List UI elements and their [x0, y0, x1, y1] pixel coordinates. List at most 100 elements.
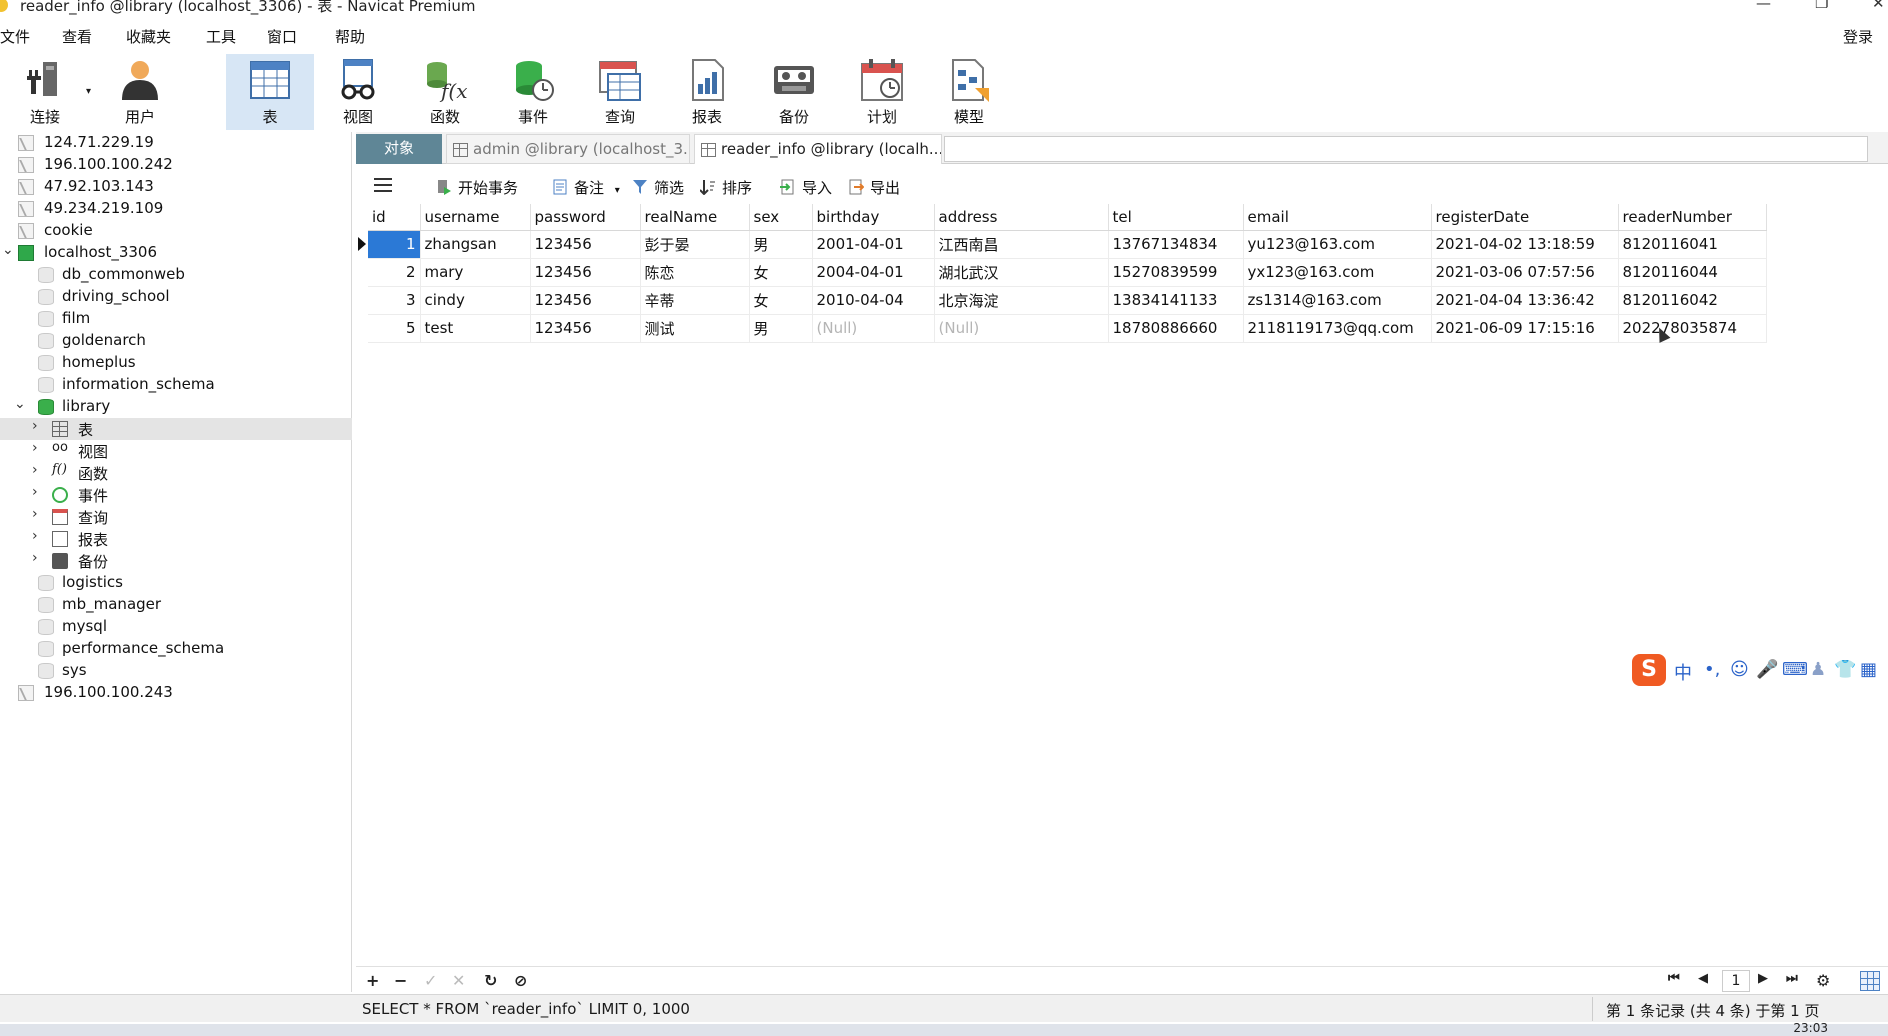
cell-readernumber[interactable]: 8120116041 — [1618, 230, 1767, 259]
cell-registerdate[interactable]: 2021-04-04 13:36:42 — [1431, 286, 1619, 315]
tree-item-database[interactable]: information_schema — [0, 374, 352, 396]
tool-view-button[interactable]: 视图 — [318, 54, 398, 130]
tool-table-button[interactable]: 表 — [226, 54, 314, 130]
tree-item-tables[interactable]: › 表 — [0, 418, 352, 440]
tool-user-button[interactable]: 用户 — [100, 54, 180, 130]
tree-item-backups[interactable]: › 备份 — [0, 550, 352, 572]
tree-item-database[interactable]: goldenarch — [0, 330, 352, 352]
column-header-password[interactable]: password — [530, 204, 641, 231]
begin-transaction-button[interactable]: 开始事务 — [436, 177, 518, 198]
add-record-icon[interactable]: + — [366, 971, 379, 990]
cell-username[interactable]: cindy — [420, 286, 531, 315]
menu-view[interactable]: 查看 — [62, 26, 92, 47]
cell-address[interactable]: 湖北武汉 — [934, 258, 1109, 287]
tree-item-localhost[interactable]: ⌄ localhost_3306 — [0, 242, 352, 264]
import-button[interactable]: 导入 — [780, 177, 832, 198]
ime-mode-toggle[interactable]: 中 — [1674, 659, 1692, 685]
cell-address[interactable]: (Null) — [934, 314, 1109, 343]
cell-readernumber[interactable]: 8120116044 — [1618, 258, 1767, 287]
ime-voice-icon[interactable]: 🎤 — [1756, 659, 1778, 680]
cell-password[interactable]: 123456 — [530, 286, 641, 315]
tool-function-button[interactable]: f(x) 函数 — [405, 54, 485, 130]
cell-readernumber[interactable]: 8120116042 — [1618, 286, 1767, 315]
export-button[interactable]: 导出 — [848, 177, 900, 198]
tree-item-database[interactable]: mysql — [0, 616, 352, 638]
cell-email[interactable]: yx123@163.com — [1243, 258, 1432, 287]
tree-item-connection[interactable]: 196.100.100.242 — [0, 154, 352, 176]
chevron-down-icon[interactable]: ⌄ — [2, 242, 14, 258]
tree-item-connection[interactable]: 49.234.219.109 — [0, 198, 352, 220]
note-button[interactable]: 备注 ▾ — [552, 177, 620, 198]
column-header-readernumber[interactable]: readerNumber — [1618, 204, 1767, 231]
tree-item-reports[interactable]: › 报表 — [0, 528, 352, 550]
filter-button[interactable]: 筛选 — [632, 177, 684, 198]
cell-password[interactable]: 123456 — [530, 258, 641, 287]
tree-item-views[interactable]: › oo 视图 — [0, 440, 352, 462]
cell-tel[interactable]: 15270839599 — [1108, 258, 1244, 287]
note-dropdown-icon[interactable]: ▾ — [615, 185, 620, 196]
cell-id[interactable]: 2 — [368, 258, 421, 287]
tool-event-button[interactable]: 事件 — [493, 54, 573, 130]
cell-password[interactable]: 123456 — [530, 314, 641, 343]
tree-item-database[interactable]: logistics — [0, 572, 352, 594]
tree-item-database-library[interactable]: ⌄ library — [0, 396, 352, 418]
ime-user-icon[interactable]: ♟ — [1810, 659, 1826, 680]
tree-item-database[interactable]: homeplus — [0, 352, 352, 374]
tool-connect-button[interactable]: 连接 — [5, 54, 85, 130]
tree-item-connection[interactable]: 47.92.103.143 — [0, 176, 352, 198]
sort-button[interactable]: 排序 — [699, 177, 752, 198]
tree-item-connection[interactable]: 124.71.229.19 — [0, 132, 352, 154]
column-header-id[interactable]: id — [368, 204, 421, 231]
cell-email[interactable]: zs1314@163.com — [1243, 286, 1432, 315]
chevron-right-icon[interactable]: › — [32, 506, 38, 522]
cell-birthday[interactable]: (Null) — [812, 314, 935, 343]
cell-realname[interactable]: 陈恋 — [640, 258, 750, 287]
ime-toolbox-icon[interactable]: ▦ — [1860, 659, 1877, 680]
cell-id[interactable]: 1 — [368, 230, 421, 259]
cell-birthday[interactable]: 2004-04-01 — [812, 258, 935, 287]
menu-help[interactable]: 帮助 — [335, 26, 365, 47]
tree-item-database[interactable]: film — [0, 308, 352, 330]
tree-item-functions[interactable]: › f() 函数 — [0, 462, 352, 484]
cell-email[interactable]: 2118119173@qq.com — [1243, 314, 1432, 343]
tab-admin[interactable]: admin @library (localhost_3... — [446, 134, 690, 164]
cell-registerdate[interactable]: 2021-03-06 07:57:56 — [1431, 258, 1619, 287]
next-page-icon[interactable]: ▶ — [1758, 971, 1768, 986]
tree-item-connection[interactable]: 196.100.100.243 — [0, 682, 352, 704]
tab-reader-info[interactable]: reader_info @library (localh... — [694, 134, 942, 164]
chevron-right-icon[interactable]: › — [32, 528, 38, 544]
grid-view-toggle-icon[interactable] — [1860, 971, 1880, 991]
menu-favorites[interactable]: 收藏夹 — [126, 26, 171, 47]
maximize-button[interactable]: ❐ — [1815, 0, 1828, 12]
column-header-email[interactable]: email — [1243, 204, 1432, 231]
cell-tel[interactable]: 13834141133 — [1108, 286, 1244, 315]
tree-item-database[interactable]: sys — [0, 660, 352, 682]
column-header-sex[interactable]: sex — [749, 204, 813, 231]
apply-changes-icon[interactable]: ✓ — [424, 971, 437, 990]
login-link[interactable]: 登录 — [1843, 26, 1873, 47]
cell-readernumber[interactable]: 202278035874 — [1618, 314, 1767, 343]
tool-report-button[interactable]: 报表 — [667, 54, 747, 130]
sogou-logo-icon[interactable]: S — [1632, 654, 1666, 686]
chevron-right-icon[interactable]: › — [32, 440, 38, 456]
hamburger-menu-icon[interactable] — [374, 178, 392, 194]
tree-item-connection[interactable]: cookie — [0, 220, 352, 242]
minimize-button[interactable]: — — [1756, 0, 1771, 12]
column-header-address[interactable]: address — [934, 204, 1109, 231]
ime-keyboard-icon[interactable]: ⌨ — [1782, 659, 1808, 680]
cell-realname[interactable]: 测试 — [640, 314, 750, 343]
tool-backup-button[interactable]: 备份 — [754, 54, 834, 130]
column-header-birthday[interactable]: birthday — [812, 204, 935, 231]
tool-query-button[interactable]: 查询 — [580, 54, 660, 130]
cell-email[interactable]: yu123@163.com — [1243, 230, 1432, 259]
tab-objects[interactable]: 对象 — [356, 134, 442, 164]
cell-address[interactable]: 北京海淀 — [934, 286, 1109, 315]
chevron-right-icon[interactable]: › — [32, 418, 38, 434]
ime-skin-icon[interactable]: 👕 — [1834, 659, 1856, 680]
prev-page-icon[interactable]: ◀ — [1698, 971, 1708, 986]
table-row[interactable]: 3 cindy 123456 辛蒂 女 2010-04-04 北京海淀 1383… — [368, 286, 1767, 315]
column-header-username[interactable]: username — [420, 204, 531, 231]
cell-registerdate[interactable]: 2021-04-02 13:18:59 — [1431, 230, 1619, 259]
cell-id[interactable]: 5 — [368, 314, 421, 343]
table-row[interactable]: 2 mary 123456 陈恋 女 2004-04-01 湖北武汉 15270… — [368, 258, 1767, 287]
